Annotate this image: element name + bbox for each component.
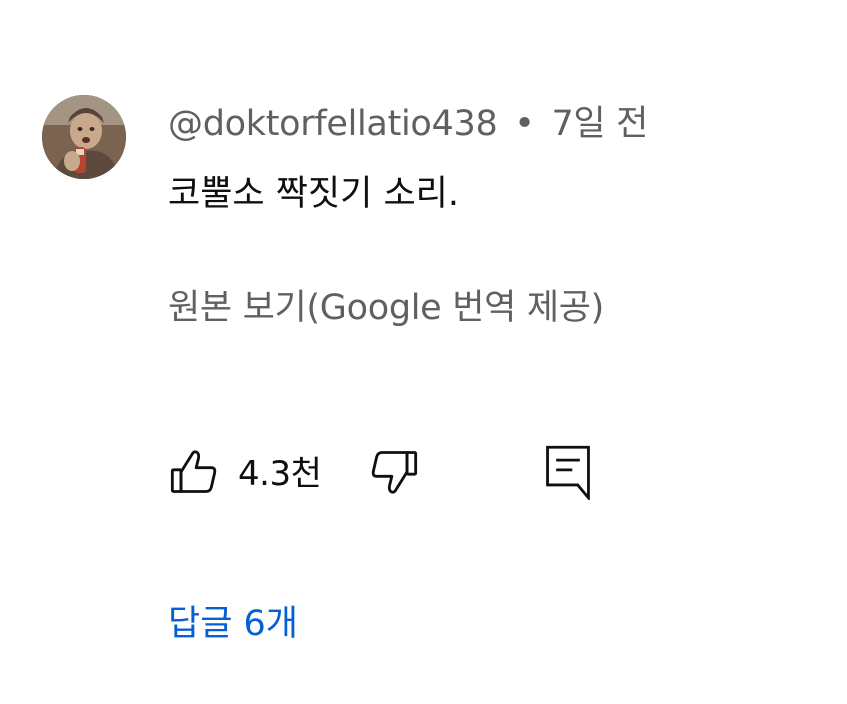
comment-time: 7일 전 — [551, 104, 649, 144]
author-handle[interactable]: @doktorfellatio438 — [168, 104, 498, 144]
thumb-down-icon — [368, 446, 420, 502]
reply-button[interactable] — [544, 444, 592, 504]
dislike-button[interactable] — [368, 446, 420, 502]
meta-separator: • — [514, 104, 535, 144]
view-original-button[interactable]: 원본 보기(Google 번역 제공) — [168, 286, 604, 330]
thumb-up-icon — [168, 446, 220, 502]
author-avatar[interactable] — [42, 95, 126, 179]
reply-comment-icon — [544, 444, 592, 504]
like-button[interactable] — [168, 446, 220, 502]
comment-text: 코뿔소 짝짓기 소리. — [168, 174, 459, 214]
comment-thread: @doktorfellatio438 • 7일 전 코뿔소 짝짓기 소리. 원본… — [0, 0, 847, 704]
like-count: 4.3천 — [238, 454, 322, 494]
comment-meta: @doktorfellatio438 • 7일 전 — [168, 102, 648, 146]
view-replies-button[interactable]: 답글 6개 — [168, 602, 298, 646]
